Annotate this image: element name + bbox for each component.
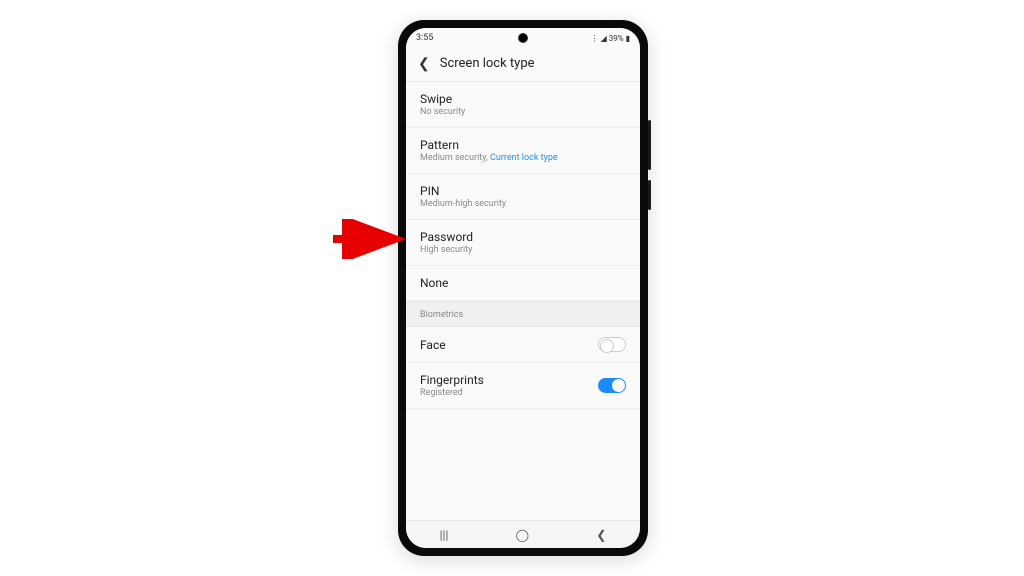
item-title: None (420, 276, 626, 290)
item-title: Fingerprints (420, 373, 598, 387)
annotation-arrow (328, 219, 408, 259)
biometrics-section-header: Biometrics (406, 301, 640, 327)
lock-option-pattern[interactable]: Pattern Medium security, Current lock ty… (406, 128, 640, 174)
content-area: Swipe No security Pattern Medium securit… (406, 82, 640, 520)
phone-screen: 3:55 ⋮ ◢ 39% ▮ ❮ Screen lock type Swipe … (406, 28, 640, 548)
item-title: PIN (420, 184, 626, 198)
lock-option-pin[interactable]: PIN Medium-high security (406, 174, 640, 220)
home-icon[interactable]: ◯ (516, 528, 529, 542)
phone-side-button-2 (648, 180, 651, 210)
item-title: Pattern (420, 138, 626, 152)
phone-frame: 3:55 ⋮ ◢ 39% ▮ ❮ Screen lock type Swipe … (398, 20, 648, 556)
signal-icon: ◢ (601, 34, 607, 43)
item-subtitle: Registered (420, 388, 598, 398)
item-subtitle: Medium-high security (420, 199, 626, 209)
status-time: 3:55 (416, 33, 433, 43)
face-toggle[interactable] (598, 337, 626, 352)
biometric-face[interactable]: Face (406, 327, 640, 363)
back-icon[interactable]: ❮ (418, 57, 430, 71)
wifi-icon: ⋮ (591, 34, 599, 43)
page-title: Screen lock type (440, 56, 535, 71)
status-right: ⋮ ◢ 39% ▮ (591, 34, 630, 43)
current-lock-label: Current lock type (490, 153, 558, 163)
battery-icon: ▮ (626, 34, 630, 43)
fingerprints-toggle[interactable] (598, 378, 626, 393)
phone-side-button (648, 120, 651, 170)
item-subtitle: No security (420, 107, 626, 117)
item-title: Face (420, 338, 598, 352)
camera-hole (518, 33, 528, 43)
nav-back-icon[interactable]: ❮ (596, 528, 606, 542)
item-subtitle: High security (420, 245, 626, 255)
item-title: Swipe (420, 92, 626, 106)
biometric-fingerprints[interactable]: Fingerprints Registered (406, 363, 640, 409)
item-title: Password (420, 230, 626, 244)
lock-option-none[interactable]: None (406, 266, 640, 301)
lock-option-swipe[interactable]: Swipe No security (406, 82, 640, 128)
lock-option-password[interactable]: Password High security (406, 220, 640, 266)
battery-text: 39% (609, 34, 624, 43)
navigation-bar: ||| ◯ ❮ (406, 520, 640, 548)
recents-icon[interactable]: ||| (440, 528, 449, 542)
page-header: ❮ Screen lock type (406, 48, 640, 82)
item-subtitle: Medium security, Current lock type (420, 153, 626, 163)
